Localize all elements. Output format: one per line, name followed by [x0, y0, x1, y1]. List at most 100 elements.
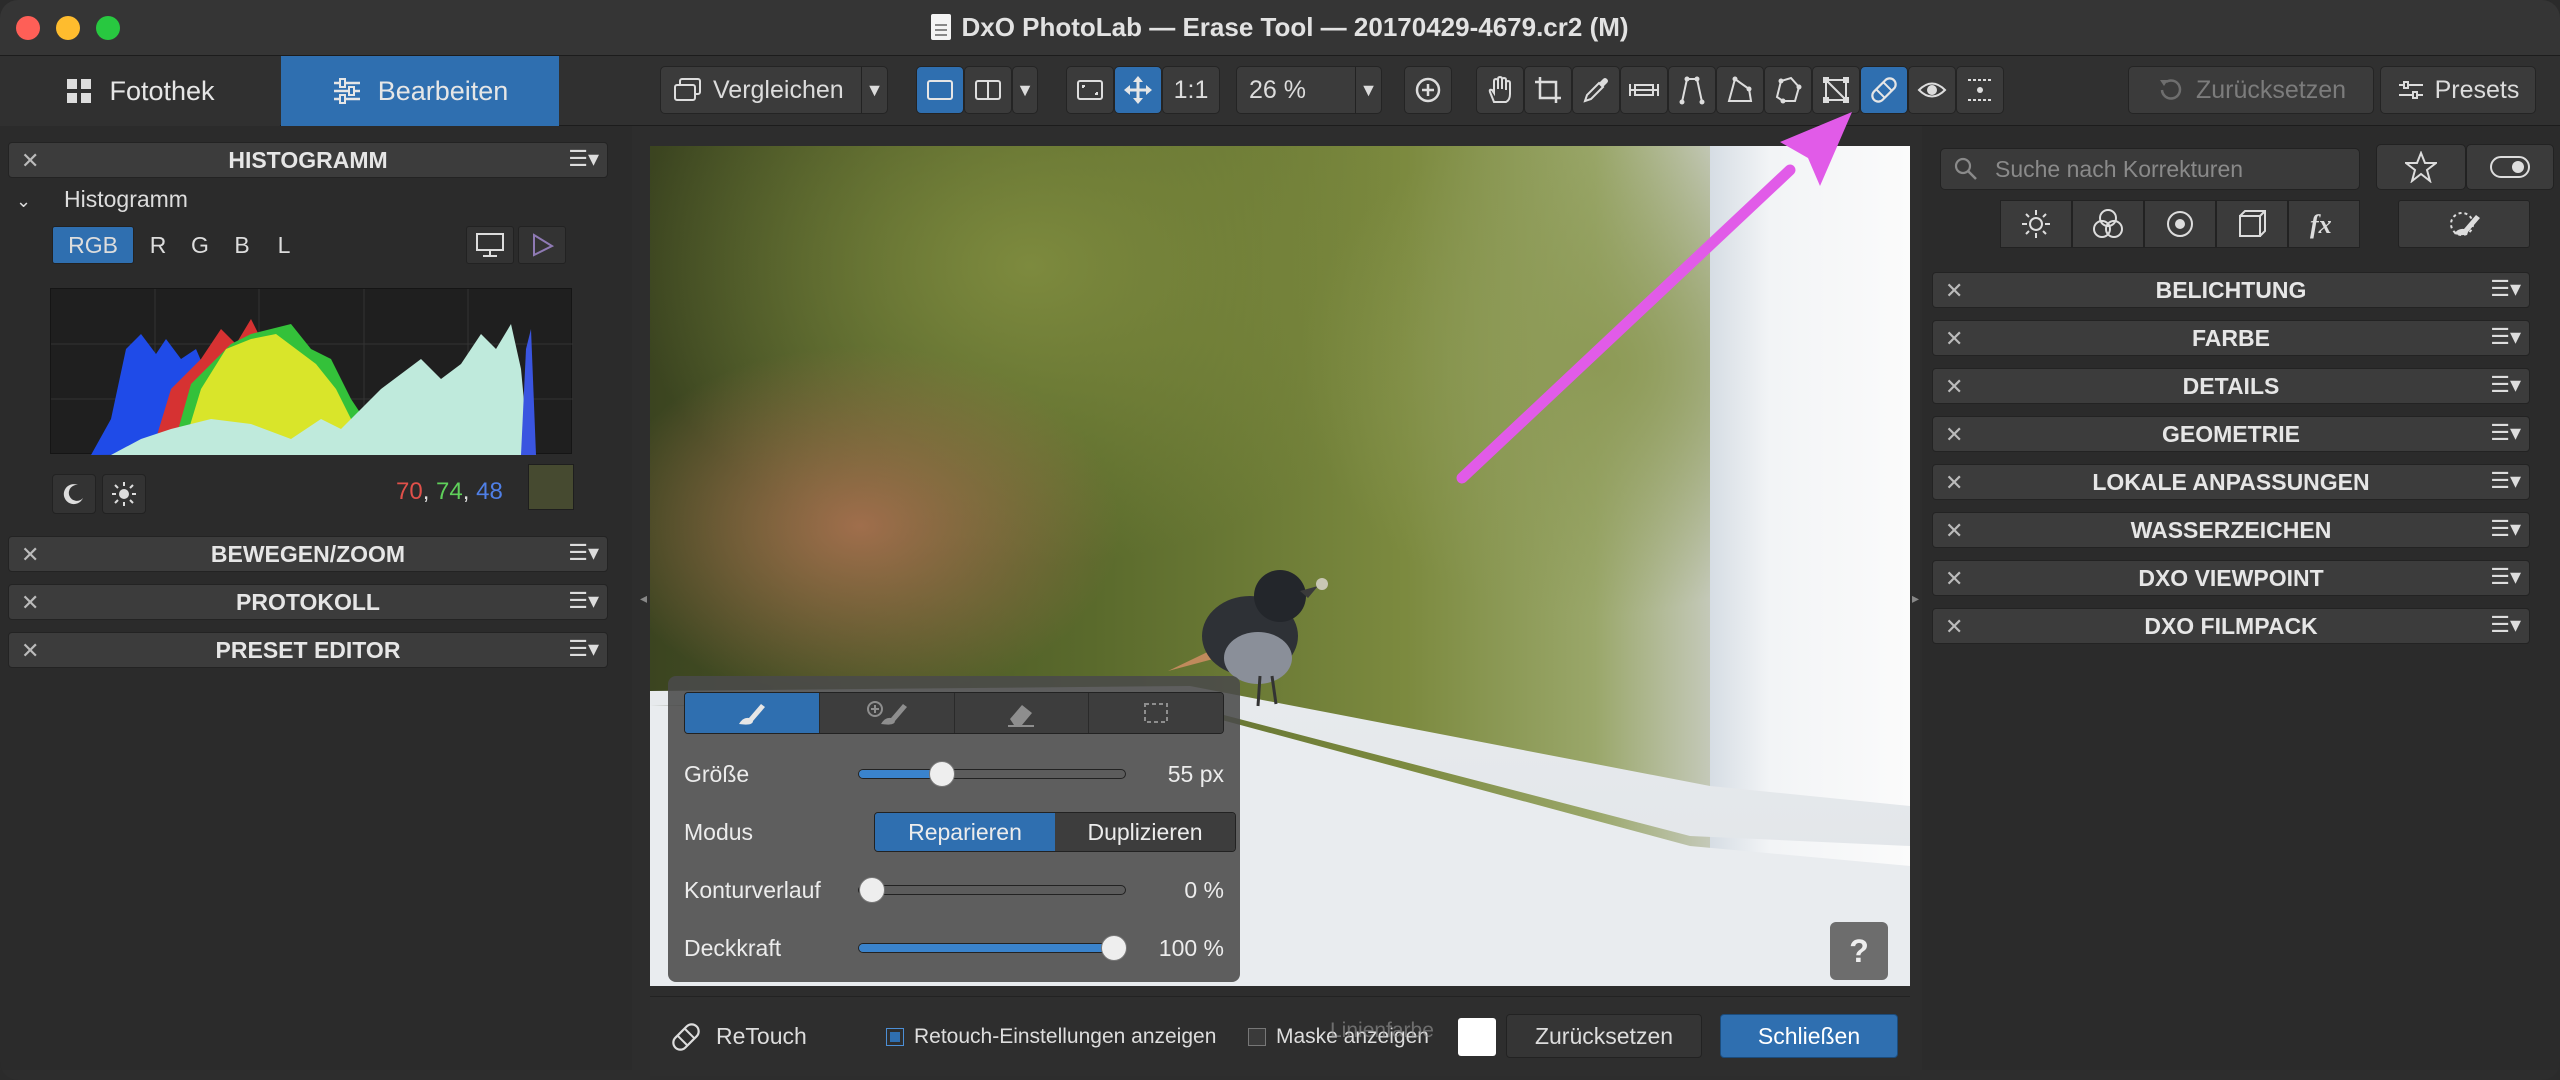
brush-mode-button[interactable]	[685, 693, 820, 733]
color-panel-header[interactable]: ✕ FARBE ☰▾	[1932, 320, 2530, 356]
size-slider[interactable]	[858, 761, 1126, 787]
panel-menu-icon[interactable]: ☰▾	[568, 636, 599, 662]
single-view-button[interactable]	[916, 66, 964, 114]
gamut-warning-button[interactable]	[518, 226, 566, 264]
close-retouch-button[interactable]: Schließen	[1720, 1014, 1898, 1058]
fit-screen-button[interactable]	[1066, 66, 1114, 114]
panel-menu-icon[interactable]: ☰▾	[2490, 468, 2521, 494]
close-panel-icon[interactable]: ✕	[1945, 422, 1963, 448]
panel-menu-icon[interactable]: ☰▾	[2490, 420, 2521, 446]
watermark-panel-header[interactable]: ✕ WASSERZEICHEN ☰▾	[1932, 512, 2530, 548]
opacity-slider-knob[interactable]	[1101, 935, 1127, 961]
close-panel-icon[interactable]: ✕	[1945, 518, 1963, 544]
preview-button[interactable]	[1908, 66, 1956, 114]
perspective-tool-button[interactable]	[1668, 66, 1716, 114]
compare-button[interactable]: Vergleichen ▼	[660, 66, 888, 114]
reset-all-button[interactable]: Zurücksetzen	[2128, 66, 2374, 114]
hand-tool-button[interactable]	[1476, 66, 1524, 114]
show-settings-checkbox[interactable]: Retouch-Einstellungen anzeigen	[886, 1025, 1216, 1049]
repair-mode-button[interactable]: Reparieren	[875, 813, 1055, 851]
color-palette-button[interactable]	[2072, 200, 2144, 248]
channel-g-button[interactable]: G	[182, 226, 218, 264]
control-point-tool-button[interactable]	[1716, 66, 1764, 114]
move-zoom-panel-header[interactable]: ✕ BEWEGEN/ZOOM ☰▾	[8, 536, 608, 572]
close-panel-icon[interactable]: ✕	[1945, 566, 1963, 592]
one-to-one-button[interactable]: 1:1	[1162, 66, 1220, 114]
highlight-clipping-button[interactable]	[102, 474, 146, 514]
panel-menu-icon[interactable]: ☰▾	[568, 588, 599, 614]
local-adjustments-panel-header[interactable]: ✕ LOKALE ANPASSUNGEN ☰▾	[1932, 464, 2530, 500]
geometry-panel-header[interactable]: ✕ GEOMETRIE ☰▾	[1932, 416, 2530, 452]
mask-overlay-button[interactable]	[1956, 66, 2004, 114]
search-corrections-input[interactable]: Suche nach Korrekturen	[1940, 148, 2360, 190]
channel-l-button[interactable]: L	[266, 226, 302, 264]
effects-palette-button[interactable]: fx	[2288, 200, 2360, 248]
checkbox-unchecked[interactable]	[1248, 1028, 1266, 1046]
left-splitter-handle[interactable]: ◂	[640, 590, 647, 607]
favorites-button[interactable]	[2376, 144, 2466, 190]
screen-profile-button[interactable]	[466, 226, 514, 264]
move-button[interactable]	[1114, 66, 1162, 114]
active-only-toggle[interactable]	[2466, 144, 2554, 190]
zoom-field[interactable]: 26 % ▼	[1236, 66, 1382, 114]
panel-menu-icon[interactable]: ☰▾	[2490, 612, 2521, 638]
selection-mode-button[interactable]	[1089, 693, 1223, 733]
geometry-palette-button[interactable]	[2216, 200, 2288, 248]
panel-menu-icon[interactable]: ☰▾	[2490, 276, 2521, 302]
panel-menu-icon[interactable]: ☰▾	[2490, 372, 2521, 398]
eraser-mode-button[interactable]	[954, 693, 1090, 733]
white-balance-tool-button[interactable]	[1572, 66, 1620, 114]
tab-edit[interactable]: Bearbeiten	[281, 56, 559, 126]
zoom-chevron-down-icon[interactable]: ▼	[1355, 67, 1381, 113]
close-panel-icon[interactable]: ✕	[21, 590, 39, 616]
light-palette-button[interactable]	[2000, 200, 2072, 248]
channel-b-button[interactable]: B	[224, 226, 260, 264]
presets-button[interactable]: Presets	[2380, 66, 2536, 114]
feather-slider-knob[interactable]	[859, 877, 885, 903]
right-splitter-handle[interactable]: ▸	[1912, 590, 1919, 607]
retouch-reset-button[interactable]: Zurücksetzen	[1506, 1014, 1702, 1058]
close-panel-icon[interactable]: ✕	[21, 638, 39, 664]
close-panel-icon[interactable]: ✕	[1945, 470, 1963, 496]
opacity-slider[interactable]	[858, 935, 1127, 961]
tab-library[interactable]: Fotothek	[0, 56, 280, 126]
close-panel-icon[interactable]: ✕	[1945, 326, 1963, 352]
zoom-in-button[interactable]	[1404, 66, 1452, 114]
close-panel-icon[interactable]: ✕	[1945, 374, 1963, 400]
detail-palette-button[interactable]	[2144, 200, 2216, 248]
history-panel-header[interactable]: ✕ PROTOKOLL ☰▾	[8, 584, 608, 620]
split-view-button[interactable]	[964, 66, 1012, 114]
distortion-tool-button[interactable]	[1812, 66, 1860, 114]
histogram-panel-header[interactable]: ✕ HISTOGRAMM ☰▾	[8, 142, 608, 178]
help-button[interactable]: ?	[1830, 922, 1888, 980]
panel-menu-icon[interactable]: ☰▾	[568, 540, 599, 566]
line-color-swatch[interactable]	[1458, 1018, 1496, 1056]
channel-r-button[interactable]: R	[140, 226, 176, 264]
local-adjust-palette-button[interactable]	[2398, 200, 2530, 248]
panel-menu-icon[interactable]: ☰▾	[568, 146, 599, 172]
panel-menu-icon[interactable]: ☰▾	[2490, 564, 2521, 590]
close-panel-icon[interactable]: ✕	[21, 148, 39, 174]
close-panel-icon[interactable]: ✕	[1945, 278, 1963, 304]
channel-rgb-button[interactable]: RGB	[52, 226, 134, 264]
crop-tool-button[interactable]	[1524, 66, 1572, 114]
auto-mode-button[interactable]	[819, 693, 955, 733]
duplicate-mode-button[interactable]: Duplizieren	[1055, 813, 1235, 851]
exposure-panel-header[interactable]: ✕ BELICHTUNG ☰▾	[1932, 272, 2530, 308]
close-panel-icon[interactable]: ✕	[1945, 614, 1963, 640]
histogram-subheader[interactable]: ⌄ Histogramm	[16, 186, 188, 213]
close-panel-icon[interactable]: ✕	[21, 542, 39, 568]
filmpack-panel-header[interactable]: ✕ DXO FILMPACK ☰▾	[1932, 608, 2530, 644]
size-slider-knob[interactable]	[929, 761, 956, 787]
viewpoint-panel-header[interactable]: ✕ DXO VIEWPOINT ☰▾	[1932, 560, 2530, 596]
checkbox-checked[interactable]	[886, 1028, 904, 1046]
horizon-tool-button[interactable]	[1620, 66, 1668, 114]
details-panel-header[interactable]: ✕ DETAILS ☰▾	[1932, 368, 2530, 404]
erase-tool-button[interactable]	[1860, 66, 1908, 114]
preset-editor-panel-header[interactable]: ✕ PRESET EDITOR ☰▾	[8, 632, 608, 668]
shadow-clipping-button[interactable]	[52, 474, 96, 514]
compare-dropdown-chevron-down-icon[interactable]: ▼	[861, 67, 887, 113]
feather-slider[interactable]	[858, 877, 1126, 903]
panel-menu-icon[interactable]: ☰▾	[2490, 516, 2521, 542]
local-adjustments-tool-button[interactable]	[1764, 66, 1812, 114]
